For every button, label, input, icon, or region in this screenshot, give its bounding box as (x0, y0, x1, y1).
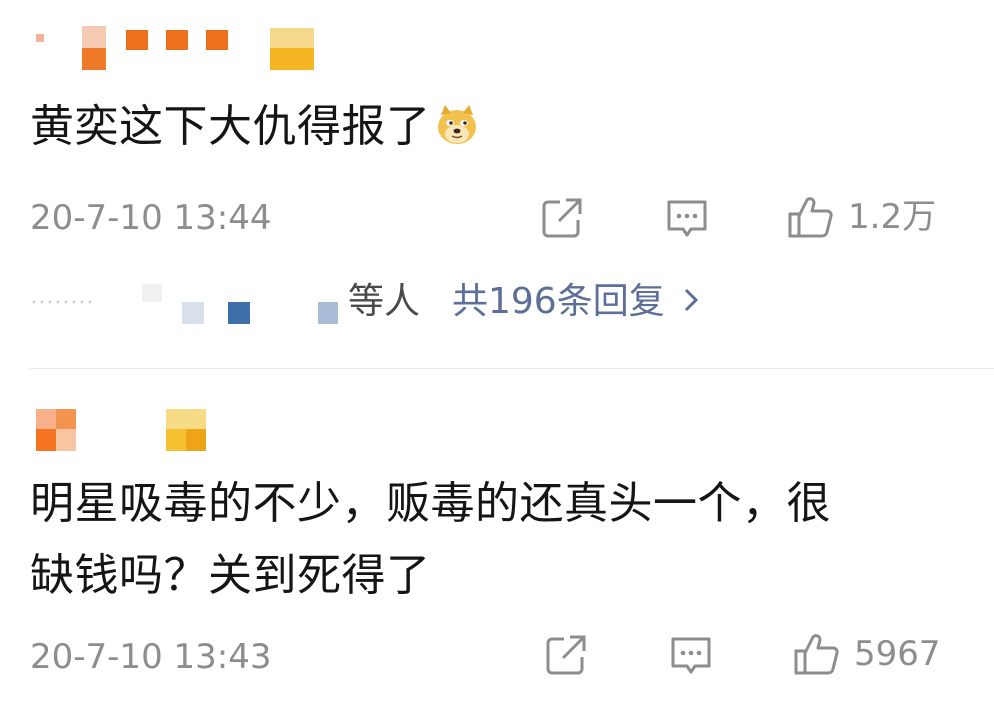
like-button[interactable]: 1.2万 (786, 192, 936, 242)
like-icon (786, 192, 836, 242)
share-button[interactable] (544, 633, 588, 677)
reply-ellipsis (30, 300, 96, 304)
share-icon (544, 633, 588, 677)
comment-text: 黄奕这下大仇得报了 (30, 90, 479, 164)
comment-item: 明星吸毒的不少，贩毒的还真头一个，很 缺钱吗？关到死得了 20-7-10 13:… (0, 369, 994, 704)
view-replies-link[interactable]: 共196条回复 (452, 280, 699, 324)
share-icon (540, 196, 584, 240)
like-count: 1.2万 (848, 197, 937, 237)
comment-icon (668, 633, 714, 679)
share-button[interactable] (540, 196, 584, 240)
username-censored[interactable] (30, 24, 320, 74)
comment-button[interactable] (664, 196, 710, 242)
reply-count-label: 共196条回复 (452, 281, 665, 322)
username-censored[interactable] (30, 409, 230, 455)
doge-emoji-icon (435, 96, 479, 144)
like-count: 5967 (854, 634, 941, 674)
comment-text-line: 缺钱吗？关到死得了 (30, 550, 431, 601)
like-icon (792, 629, 842, 679)
chevron-right-icon (683, 280, 699, 324)
comment-icon (664, 196, 710, 242)
reply-summary[interactable]: 等人 共196条回复 (30, 280, 790, 324)
comment-timestamp: 20-7-10 13:44 (30, 198, 272, 238)
comment-item: 黄奕这下大仇得报了 20-7-10 13:44 1.2万 等人 共196条回复 (0, 0, 994, 368)
reply-users-suffix: 等人 (348, 281, 421, 322)
comment-button[interactable] (668, 633, 714, 679)
reply-usernames-censored (142, 280, 342, 326)
like-button[interactable]: 5967 (792, 629, 941, 679)
comment-timestamp: 20-7-10 13:43 (30, 637, 272, 677)
comment-text-line: 明星吸毒的不少，贩毒的还真头一个，很 (30, 478, 831, 529)
